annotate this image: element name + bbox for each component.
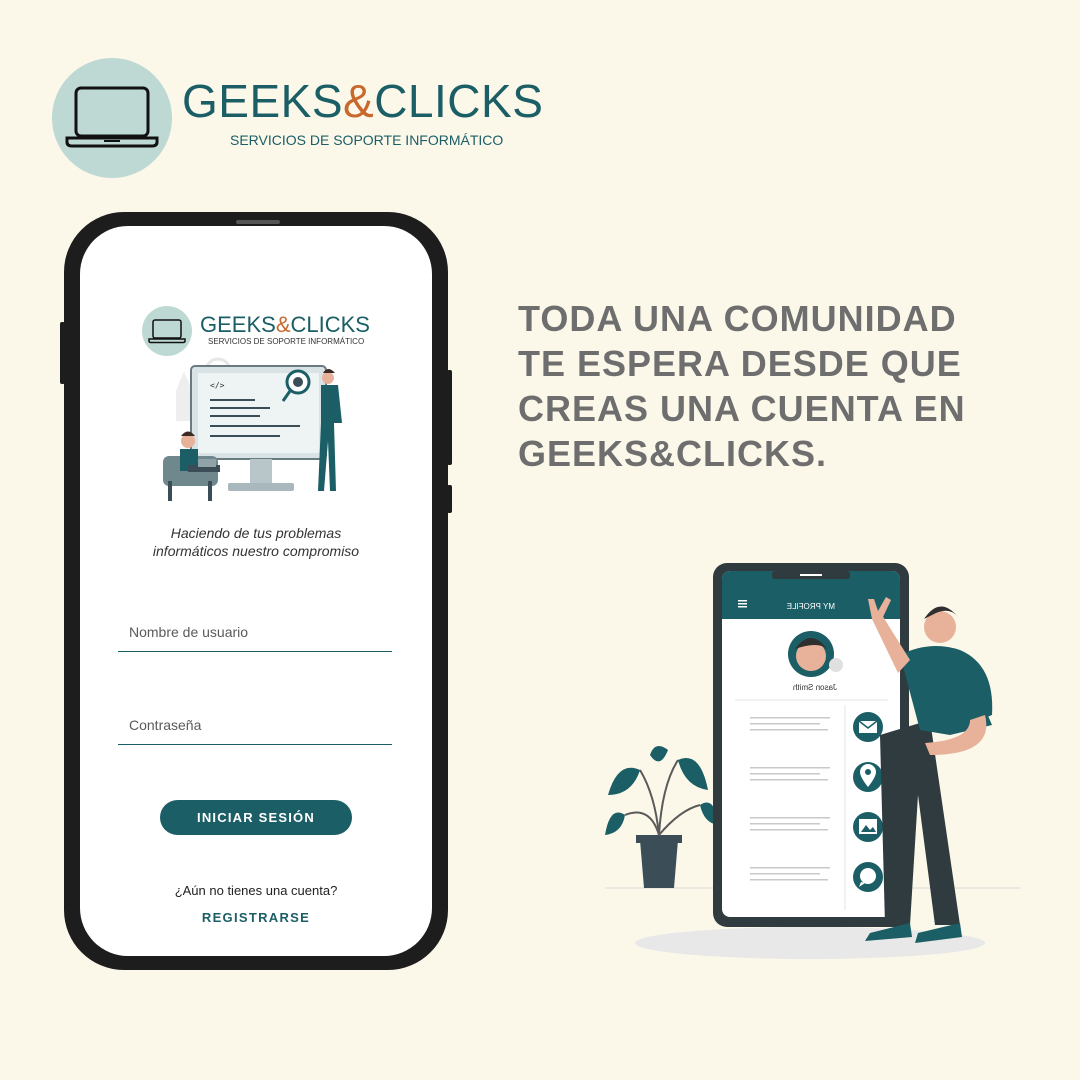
no-account-text: ¿Aún no tienes una cuenta? xyxy=(174,883,338,898)
username-input[interactable] xyxy=(118,612,392,652)
brand-name-part2: CLICKS xyxy=(374,75,544,127)
headline-line: CREAS UNA CUENTA EN xyxy=(518,388,966,429)
headline: TODA UNA COMUNIDAD TE ESPERA DESDE QUE C… xyxy=(518,296,1038,476)
login-brand-name: GEEKS&CLICKS xyxy=(200,314,370,336)
image-icon xyxy=(853,812,883,842)
login-slogan: Haciendo de tus problemas informáticos n… xyxy=(80,524,432,560)
laptop-icon xyxy=(148,319,186,344)
brand-name-part1: GEEKS xyxy=(182,75,344,127)
password-input[interactable] xyxy=(118,705,392,745)
headline-line: GEEKS&CLICKS. xyxy=(518,433,828,474)
login-logo-circle xyxy=(142,306,192,356)
code-tag: </> xyxy=(210,381,225,390)
brand-logo-circle xyxy=(52,58,172,178)
profile-user-name: Jason Smith xyxy=(793,683,837,692)
envelope-icon xyxy=(853,712,883,742)
plant-illustration xyxy=(605,746,718,888)
login-brand-ampersand: & xyxy=(275,312,291,337)
login-screen: GEEKS&CLICKS SERVICIOS DE SOPORTE INFORM… xyxy=(80,226,432,956)
login-brand-tagline: SERVICIOS DE SOPORTE INFORMÁTICO xyxy=(208,337,365,346)
headline-line: TE ESPERA DESDE QUE xyxy=(518,343,962,384)
slogan-line: Haciendo de tus problemas xyxy=(170,525,342,541)
profile-header-title: MY PROFILE xyxy=(787,602,835,611)
profile-app-illustration: MY PROFILE Jason Smith xyxy=(605,563,1020,959)
login-brand-part1: GEEKS xyxy=(200,312,276,337)
login-brand-part2: CLICKS xyxy=(290,312,370,337)
brand-tagline: SERVICIOS DE SOPORTE INFORMÁTICO xyxy=(230,132,504,148)
headline-line: TODA UNA COMUNIDAD xyxy=(518,298,957,339)
login-button[interactable]: INICIAR SESIÓN xyxy=(160,800,352,835)
register-link[interactable]: REGISTRARSE xyxy=(80,910,432,925)
chat-bubble-icon xyxy=(853,862,883,892)
brand-name-ampersand: & xyxy=(343,75,375,127)
slogan-line: informáticos nuestro compromiso xyxy=(152,543,360,559)
location-pin-icon xyxy=(853,762,883,792)
support-team-illustration: </> xyxy=(163,357,342,501)
laptop-icon xyxy=(65,86,159,148)
brand-name: GEEKS&CLICKS xyxy=(182,78,543,124)
phone-speaker xyxy=(236,220,280,224)
